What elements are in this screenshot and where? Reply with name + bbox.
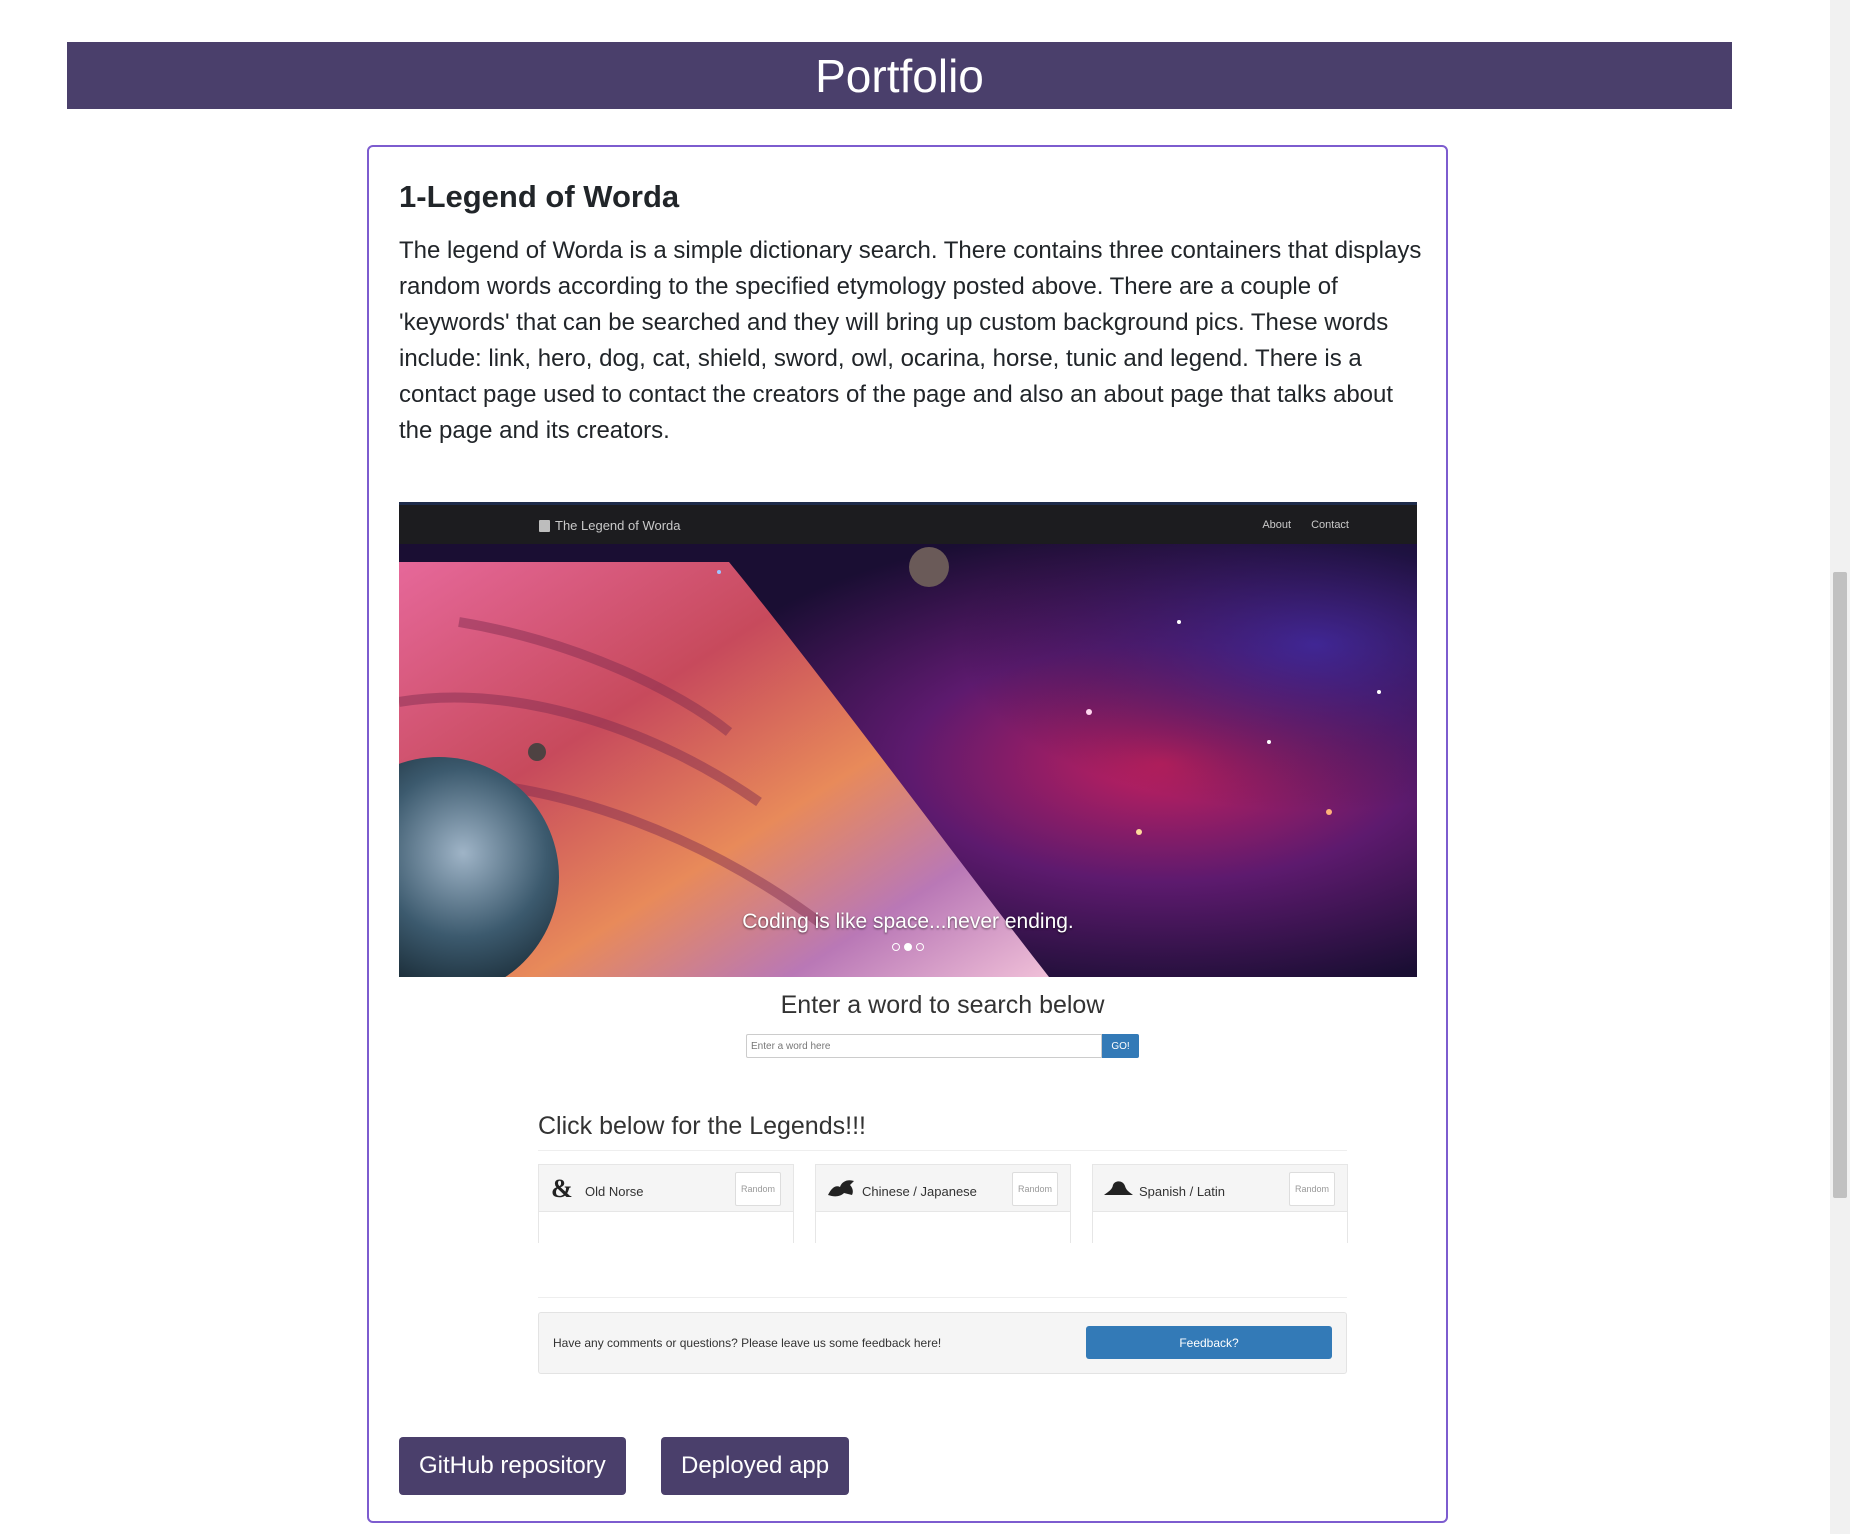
legend-card-header: Spanish / Latin Random: [1093, 1165, 1347, 1211]
legend-card-chinese-japanese: Chinese / Japanese Random: [815, 1164, 1071, 1244]
deployed-app-button[interactable]: Deployed app: [661, 1437, 850, 1495]
legend-name: Spanish / Latin: [1139, 1183, 1226, 1199]
screenshot-navbar: The Legend of Worda About Contact: [399, 502, 1417, 544]
legend-card-body: [539, 1211, 793, 1244]
carousel-dot: [916, 943, 924, 951]
project-screenshot: The Legend of Worda About Contact Coding…: [399, 502, 1417, 1427]
legend-card-header: Chinese / Japanese Random: [816, 1165, 1070, 1211]
carousel-dot-active: [904, 943, 912, 951]
page-title: Portfolio: [815, 49, 984, 102]
space-background: [399, 502, 1417, 977]
screenshot-nav-contact: Contact: [1311, 519, 1349, 531]
hat-icon: [1104, 1181, 1133, 1195]
project-title: 1-Legend of Worda: [399, 179, 680, 214]
screenshot-brand-label: The Legend of Worda: [555, 518, 681, 533]
screenshot-brand: The Legend of Worda: [539, 518, 681, 533]
legend-card-spanish-latin: Spanish / Latin Random: [1092, 1164, 1348, 1244]
divider: [538, 1297, 1347, 1298]
search-title: Enter a word to search below: [780, 991, 1105, 1019]
screenshot-nav-about: About: [1262, 519, 1292, 531]
hero-caption: Coding is like space...never ending.: [742, 910, 1074, 933]
search-placeholder: Enter a word here: [751, 1040, 831, 1052]
carousel-dots: [399, 943, 1417, 951]
search-row: Enter a word here GO!: [746, 1034, 1139, 1058]
legend-name: Chinese / Japanese: [862, 1183, 977, 1199]
project-description: The legend of Worda is a simple dictiona…: [399, 237, 1422, 444]
feedback-panel: Have any comments or questions? Please l…: [538, 1312, 1347, 1374]
ampersand-icon: &: [551, 1175, 573, 1201]
screenshot-nav-links: About Contact: [1262, 519, 1349, 531]
random-button: Random: [1289, 1172, 1335, 1206]
search-input: Enter a word here: [746, 1034, 1102, 1058]
page-header: Portfolio: [67, 42, 1732, 109]
dragon-icon: [828, 1180, 854, 1197]
feedback-text: Have any comments or questions? Please l…: [553, 1336, 942, 1350]
scrollbar-thumb[interactable]: [1833, 572, 1847, 1198]
feedback-button: Feedback?: [1086, 1326, 1332, 1359]
legend-card-body: [816, 1211, 1070, 1244]
project-card: 1-Legend of Worda The legend of Worda is…: [367, 145, 1448, 1523]
legend-card-body: [1093, 1211, 1347, 1244]
legend-card-header: & Old Norse Random: [539, 1165, 793, 1211]
legends-title: Click below for the Legends!!!: [538, 1112, 866, 1140]
github-repository-button[interactable]: GitHub repository: [399, 1437, 626, 1495]
carousel-dot: [892, 943, 900, 951]
random-button: Random: [1012, 1172, 1058, 1206]
legend-card-old-norse: & Old Norse Random: [538, 1164, 794, 1244]
hero-image: The Legend of Worda About Contact Coding…: [399, 502, 1417, 977]
book-icon: [539, 519, 550, 532]
legend-name: Old Norse: [585, 1183, 644, 1199]
svg-text:&: &: [551, 1175, 573, 1201]
random-button: Random: [735, 1172, 781, 1206]
scrollbar[interactable]: [1830, 0, 1850, 1534]
divider: [538, 1150, 1347, 1151]
search-go-button: GO!: [1102, 1034, 1139, 1058]
